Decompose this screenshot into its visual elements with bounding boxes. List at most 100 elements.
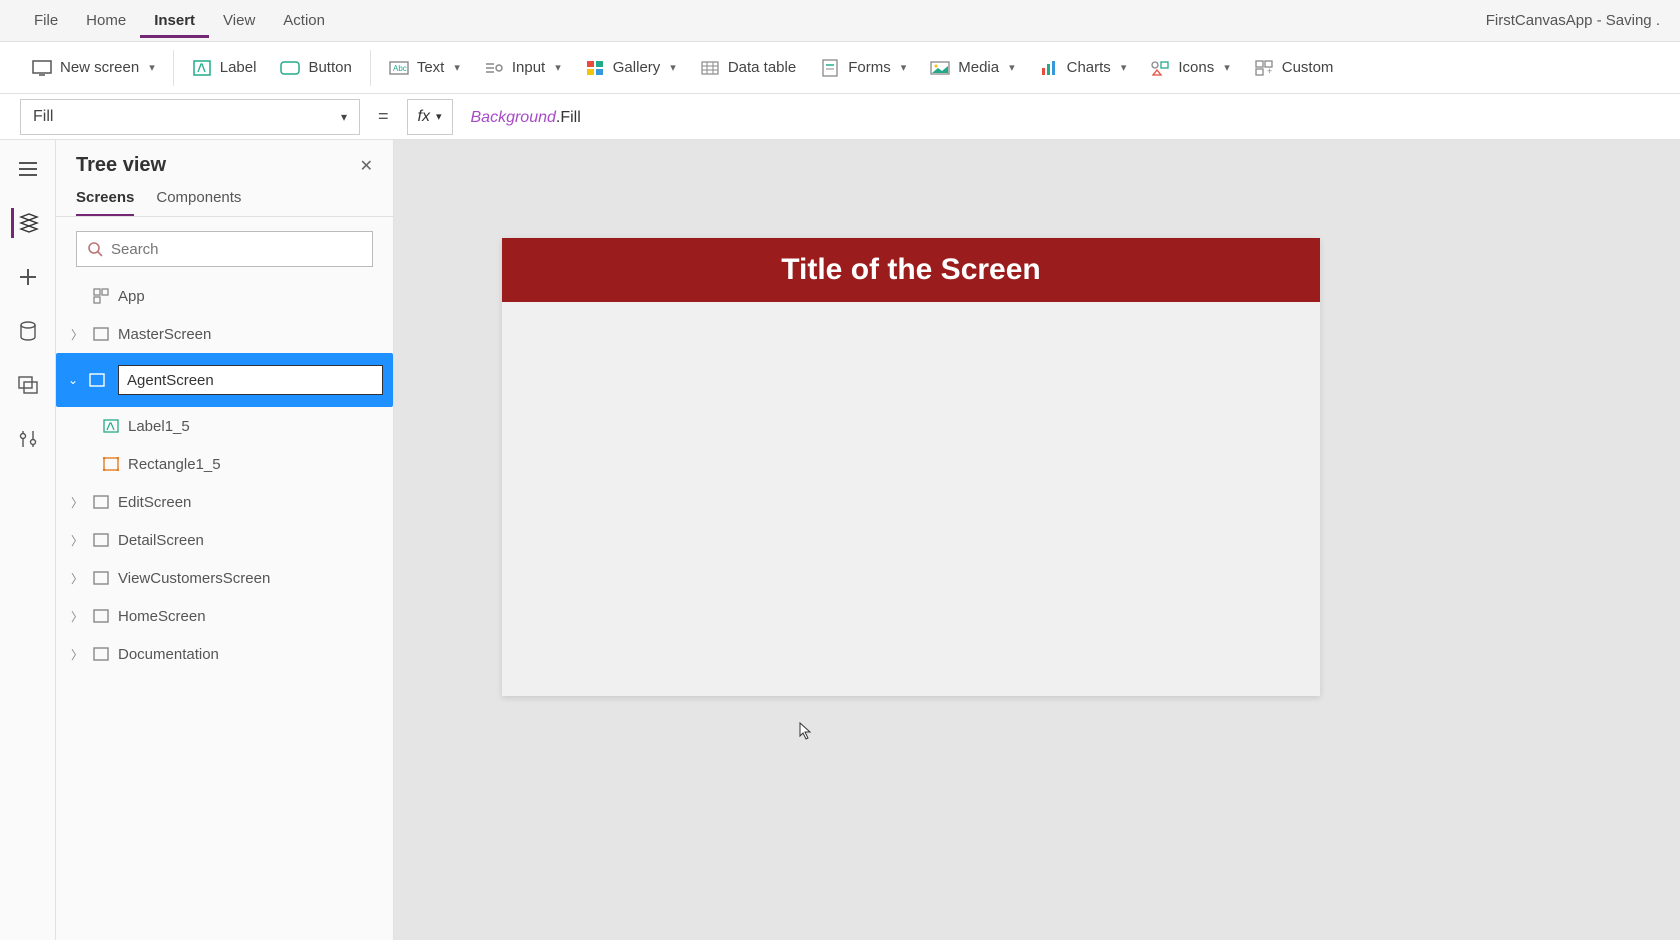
data-table-button[interactable]: Data table [688,52,808,84]
tree-item-label: EditScreen [118,494,191,511]
chevron-down-icon: ▾ [454,61,460,74]
close-icon[interactable]: ✕ [360,156,373,176]
text-icon: Abc [389,58,409,78]
forms-icon [820,58,840,78]
tree-item-agentscreen[interactable]: ⌄ [56,353,393,407]
screen-icon [92,645,110,663]
gallery-icon [585,58,605,78]
input-icon [484,58,504,78]
tree-item-label: ViewCustomersScreen [118,570,270,587]
tree-item-homescreen[interactable]: 〉 HomeScreen [66,597,383,635]
left-rail [0,140,56,940]
chevron-right-icon[interactable]: 〉 [70,570,84,587]
tree-item-label: HomeScreen [118,608,206,625]
menu-insert[interactable]: Insert [140,4,209,38]
formula-bar: Fill ▾ = fx ▾ Background.Fill [0,94,1680,140]
chevron-right-icon[interactable]: 〉 [70,532,84,549]
text-label: Text [417,59,445,76]
tree-list: App 〉 MasterScreen ⌄ Label1_5 Rectangle1… [56,275,393,940]
chevron-right-icon[interactable]: 〉 [70,494,84,511]
search-box[interactable] [76,231,373,267]
screen-icon [32,58,52,78]
property-selector[interactable]: Fill ▾ [20,99,360,135]
app-title: FirstCanvasApp - Saving . [1486,12,1660,29]
canvas-screen[interactable]: Title of the Screen [502,238,1320,696]
charts-label: Charts [1067,59,1111,76]
chevron-down-icon: ▾ [341,110,347,124]
tab-screens[interactable]: Screens [76,189,134,216]
label-button[interactable]: Label [180,52,269,84]
formula-input[interactable]: Background.Fill [465,107,1661,127]
chevron-right-icon[interactable]: 〉 [70,326,84,343]
data-icon[interactable] [13,316,43,346]
tree-tabs: Screens Components [56,183,393,217]
tree-item-label: Rectangle1_5 [128,456,221,473]
tree-item-viewcustomersscreen[interactable]: 〉 ViewCustomersScreen [66,559,383,597]
chevron-down-icon: ▾ [670,61,676,74]
chevron-down-icon: ▾ [1224,61,1230,74]
icons-button[interactable]: Icons ▾ [1138,52,1241,84]
screen-icon [92,325,110,343]
chevron-down-icon: ▾ [555,61,561,74]
equals-sign: = [372,106,395,127]
hamburger-icon[interactable] [13,154,43,184]
menu-bar: File Home Insert View Action FirstCanvas… [0,0,1680,42]
tab-components[interactable]: Components [156,189,241,216]
media-rail-icon[interactable] [13,370,43,400]
rename-input[interactable] [118,365,383,395]
svg-text:Abc: Abc [393,64,407,73]
new-screen-label: New screen [60,59,139,76]
advanced-tools-icon[interactable] [13,424,43,454]
fx-button[interactable]: fx ▾ [407,99,453,135]
canvas-area[interactable]: Title of the Screen [394,140,1680,940]
label-icon [192,58,212,78]
tree-item-rectangle1-5[interactable]: Rectangle1_5 [66,445,383,483]
cursor-icon [799,722,813,740]
chevron-down-icon: ▾ [901,61,907,74]
formula-object: Background [471,109,556,126]
chevron-right-icon[interactable]: 〉 [70,608,84,625]
tree-item-app[interactable]: App [66,277,383,315]
menu-action[interactable]: Action [269,4,339,37]
data-table-label: Data table [728,59,796,76]
formula-member: .Fill [556,109,581,126]
icons-icon [1150,58,1170,78]
insert-rail-icon[interactable] [13,262,43,292]
data-table-icon [700,58,720,78]
menu-view[interactable]: View [209,4,269,37]
tree-item-editscreen[interactable]: 〉 EditScreen [66,483,383,521]
gallery-button[interactable]: Gallery ▾ [573,52,688,84]
menu-file[interactable]: File [20,4,72,37]
tree-item-label: MasterScreen [118,326,211,343]
forms-button[interactable]: Forms ▾ [808,52,918,84]
tree-item-documentation[interactable]: 〉 Documentation [66,635,383,673]
charts-button[interactable]: Charts ▾ [1027,52,1139,84]
button-icon [280,58,300,78]
screen-icon [92,569,110,587]
custom-button[interactable]: + Custom [1242,52,1346,84]
text-button[interactable]: Abc Text ▾ [377,52,472,84]
input-button[interactable]: Input ▾ [472,52,573,84]
tree-item-label: App [118,288,145,305]
canvas-title-bar[interactable]: Title of the Screen [502,238,1320,302]
search-input[interactable] [111,241,362,258]
button-button[interactable]: Button [268,52,363,84]
media-button[interactable]: Media ▾ [918,52,1026,84]
screen-icon [92,607,110,625]
chevron-down-icon[interactable]: ⌄ [66,373,80,387]
menu-home[interactable]: Home [72,4,140,37]
custom-icon: + [1254,58,1274,78]
tree-item-masterscreen[interactable]: 〉 MasterScreen [66,315,383,353]
tree-item-label1-5[interactable]: Label1_5 [66,407,383,445]
svg-text:+: + [1267,66,1272,76]
charts-icon [1039,58,1059,78]
chevron-down-icon: ▾ [436,110,442,123]
new-screen-button[interactable]: New screen ▾ [20,52,167,84]
tree-item-detailscreen[interactable]: 〉 DetailScreen [66,521,383,559]
screen-icon [92,493,110,511]
ribbon-toolbar: New screen ▾ Label Button Abc Text ▾ Inp… [0,42,1680,94]
media-label: Media [958,59,999,76]
tree-item-label: DetailScreen [118,532,204,549]
tree-view-icon[interactable] [11,208,41,238]
chevron-right-icon[interactable]: 〉 [70,646,84,663]
